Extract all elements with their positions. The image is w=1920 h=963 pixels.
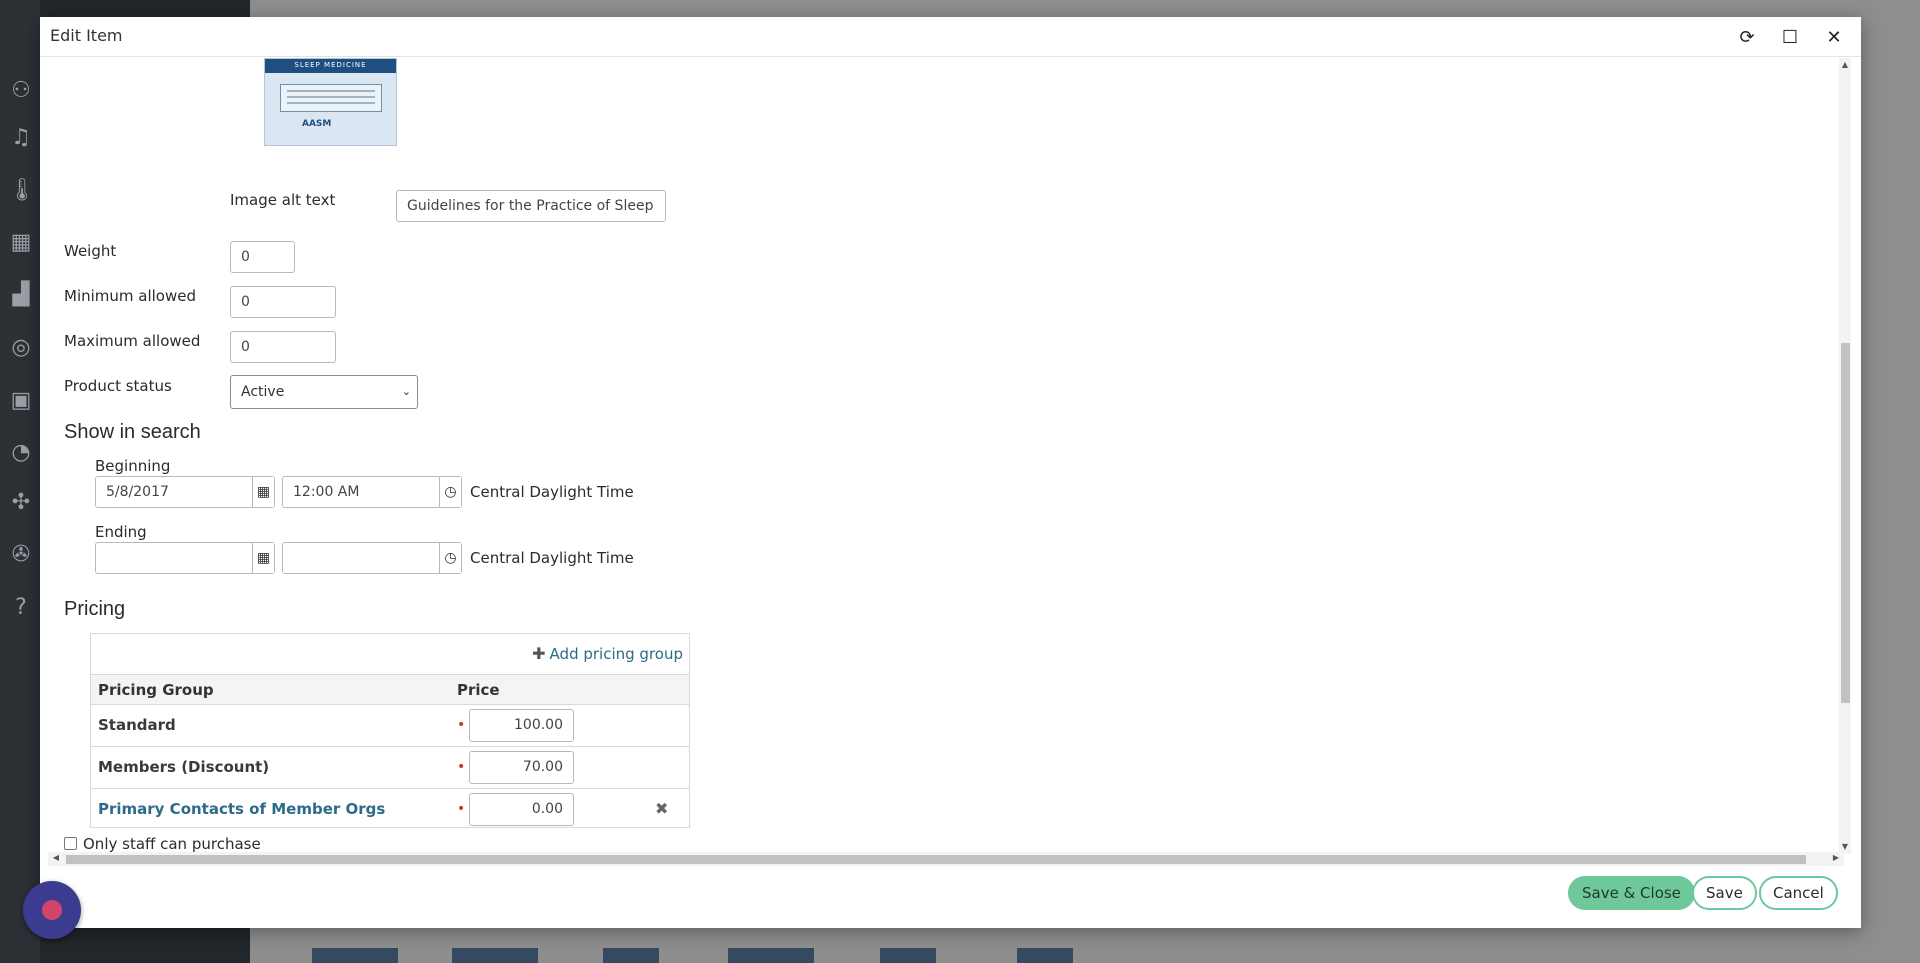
dialog-header: Edit Item ⟳ ☐ ✕: [40, 17, 1861, 57]
scroll-left-icon[interactable]: ◀: [50, 853, 62, 865]
ending-timezone: Central Daylight Time: [470, 549, 634, 567]
horizontal-scroll-thumb[interactable]: [66, 855, 1806, 864]
product-image: SLEEP MEDICINE AASM: [264, 58, 397, 146]
thumb-line: [287, 90, 375, 92]
thermometer-icon: 🌡: [8, 178, 36, 203]
background-thumbnail: [880, 948, 936, 963]
thumb-line: [287, 96, 375, 98]
thumb-box: [280, 84, 382, 112]
chart-icon: ▟: [12, 282, 30, 307]
image-alt-input[interactable]: Guidelines for the Practice of Sleep: [396, 190, 666, 222]
pricing-table-header: Pricing Group Price: [91, 674, 689, 704]
add-pricing-group-label: Add pricing group: [549, 645, 683, 663]
price-input[interactable]: 100.00: [469, 709, 574, 742]
minimum-allowed-label: Minimum allowed: [64, 287, 197, 305]
background-thumbnail: [728, 948, 814, 963]
calendar-icon[interactable]: ▦: [252, 477, 274, 507]
pricing-panel: ✚ Add pricing group Pricing Group Price S…: [90, 633, 690, 828]
beginning-date-value: 5/8/2017: [106, 484, 169, 500]
clock-icon[interactable]: ◷: [439, 477, 461, 507]
save-close-button[interactable]: Save & Close: [1568, 876, 1695, 910]
staff-only-label: Only staff can purchase: [83, 835, 261, 853]
plus-icon: ✚: [532, 644, 546, 663]
puzzle-icon: ✣: [11, 490, 31, 515]
ending-time-input[interactable]: ◷: [282, 542, 462, 574]
maximize-button[interactable]: ☐: [1778, 25, 1802, 49]
calendar-icon: ▦: [10, 230, 32, 255]
table-row: Standard • 100.00: [91, 704, 689, 746]
vertical-scrollbar[interactable]: ▲ ▼: [1839, 58, 1851, 854]
weight-input[interactable]: 0: [230, 241, 295, 273]
maximum-allowed-input[interactable]: 0: [230, 331, 336, 363]
required-marker: •: [457, 801, 466, 817]
calendar-icon[interactable]: ▦: [252, 543, 274, 573]
image-alt-label: Image alt text: [230, 191, 336, 209]
scroll-right-icon[interactable]: ▶: [1830, 853, 1842, 865]
beginning-time-input[interactable]: 12:00 AM ◷: [282, 476, 462, 508]
background-thumbnail: [312, 948, 398, 963]
scroll-up-icon[interactable]: ▲: [1839, 60, 1851, 72]
dialog-title: Edit Item: [50, 26, 123, 45]
target-icon: ◎: [11, 335, 31, 360]
thumb-logo: AASM: [302, 119, 332, 129]
product-status-select[interactable]: Active ⌄: [230, 375, 418, 409]
add-pricing-group-link[interactable]: ✚ Add pricing group: [532, 644, 683, 663]
app-sidebar: ⚇ ♫ 🌡 ▦ ▟ ◎ ▣ ◔ ✣ ✇ ?: [0, 0, 40, 963]
thumb-line: [287, 102, 375, 104]
thumb-banner: SLEEP MEDICINE: [265, 59, 396, 73]
chevron-down-icon: ⌄: [401, 385, 411, 398]
toolbox-icon: ▣: [10, 388, 32, 413]
staff-only-checkbox[interactable]: [64, 837, 77, 850]
beginning-label: Beginning: [95, 457, 171, 475]
product-status-value: Active: [241, 384, 285, 400]
dialog-body: SLEEP MEDICINE AASM Image alt text Guide…: [40, 58, 1840, 854]
close-button[interactable]: ✕: [1822, 25, 1846, 49]
pricing-group-name: Standard: [98, 716, 176, 734]
background-thumbnail: [452, 948, 538, 963]
bell-icon: ♫: [11, 125, 31, 150]
price-input[interactable]: 70.00: [469, 751, 574, 784]
clock-icon[interactable]: ◷: [439, 543, 461, 573]
maximum-allowed-label: Maximum allowed: [64, 332, 201, 350]
wrench-icon: ✇: [11, 542, 31, 567]
pricing-group-link[interactable]: Primary Contacts of Member Orgs: [98, 800, 385, 818]
remove-pricing-group-icon[interactable]: ✖: [655, 799, 668, 818]
people-icon: ⚇: [11, 78, 31, 103]
ending-label: Ending: [95, 523, 147, 541]
price-column: Price: [457, 681, 500, 699]
chat-launcher-button[interactable]: [23, 881, 81, 939]
product-status-label: Product status: [64, 377, 172, 395]
table-row: Members (Discount) • 70.00: [91, 746, 689, 788]
maximize-icon: ☐: [1781, 27, 1799, 47]
save-button[interactable]: Save: [1692, 876, 1757, 910]
pie-icon: ◔: [11, 440, 31, 465]
show-in-search-heading: Show in search: [64, 421, 201, 443]
staff-only-row: Only staff can purchase: [64, 835, 261, 853]
chat-dot-icon: [42, 900, 62, 920]
beginning-time-value: 12:00 AM: [293, 484, 360, 500]
beginning-date-input[interactable]: 5/8/2017 ▦: [95, 476, 275, 508]
pricing-group-column: Pricing Group: [98, 681, 214, 699]
refresh-icon: ⟳: [1739, 27, 1755, 47]
background-thumbnail: [1017, 948, 1073, 963]
edit-item-dialog: Edit Item ⟳ ☐ ✕ SLEEP MEDICINE AASM Imag…: [40, 17, 1861, 928]
help-icon: ?: [15, 595, 27, 620]
pricing-heading: Pricing: [64, 598, 126, 620]
ending-date-input[interactable]: ▦: [95, 542, 275, 574]
required-marker: •: [457, 759, 466, 775]
refresh-button[interactable]: ⟳: [1735, 25, 1759, 49]
horizontal-scrollbar[interactable]: ◀ ▶: [48, 852, 1844, 866]
pricing-group-name: Members (Discount): [98, 758, 270, 776]
background-thumbnail: [603, 948, 659, 963]
close-icon: ✕: [1826, 27, 1842, 47]
cancel-button[interactable]: Cancel: [1759, 876, 1838, 910]
price-input[interactable]: 0.00: [469, 793, 574, 826]
minimum-allowed-input[interactable]: 0: [230, 286, 336, 318]
beginning-timezone: Central Daylight Time: [470, 483, 634, 501]
weight-label: Weight: [64, 242, 117, 260]
pricing-table: Pricing Group Price Standard • 100.00 Me…: [91, 674, 689, 830]
table-row: Primary Contacts of Member Orgs • 0.00 ✖: [91, 788, 689, 830]
vertical-scroll-thumb[interactable]: [1841, 343, 1850, 703]
required-marker: •: [457, 717, 466, 733]
